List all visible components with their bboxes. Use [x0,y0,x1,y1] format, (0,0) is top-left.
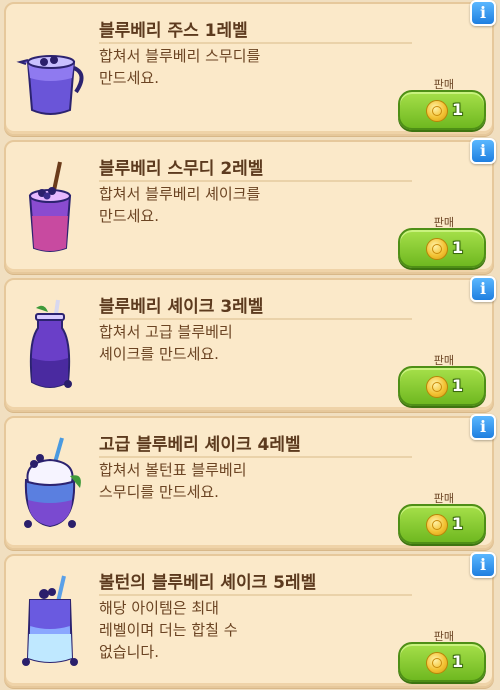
item-title: 블루베리 주스 1레벨 [99,21,248,41]
item-card-premium-blueberry-shake: 고급 블루베리 셰이크 4레벨 합쳐서 볼턴표 블루베리 스무디를 만드세요. … [4,414,496,550]
sell-price: 1 [452,514,464,533]
description-line: 합쳐서 고급 블루베리 [99,323,233,341]
item-title: 볼턴의 블루베리 셰이크 5레벨 [99,573,317,593]
description-line: 해당 아이템은 최대 [99,599,219,617]
item-description: 합쳐서 블루베리 스무디를 만드세요. [99,45,319,89]
description-line: 합쳐서 블루베리 셰이크를 [99,185,261,203]
description-line: 레벨이며 더는 합칠 수 [99,621,238,639]
item-info-list: 블루베리 주스 1레벨 합쳐서 블루베리 스무디를 만드세요. 판매 1 i 블… [0,0,500,690]
sell-button[interactable]: 1 [398,504,486,544]
description-line: 합쳐서 블루베리 스무디를 [99,47,261,65]
info-button[interactable]: i [470,414,496,440]
divider [99,594,412,596]
item-card-blueberry-juice: 블루베리 주스 1레벨 합쳐서 블루베리 스무디를 만드세요. 판매 1 i [4,0,496,136]
sell-price: 1 [452,376,464,395]
sell-button[interactable]: 1 [398,366,486,406]
sell-price: 1 [452,652,464,671]
item-title: 블루베리 스무디 2레벨 [99,159,264,179]
item-card-blueberry-smoothie: 블루베리 스무디 2레벨 합쳐서 블루베리 셰이크를 만드세요. 판매 1 i [4,138,496,274]
sell-price: 1 [452,100,464,119]
description-line: 스무디를 만드세요. [99,483,219,501]
sell-button[interactable]: 1 [398,90,486,130]
blueberry-smoothie-cup-icon [28,161,72,252]
coin-icon [426,100,448,122]
coin-icon [426,238,448,260]
description-line: 만드세요. [99,69,159,87]
premium-blueberry-shake-jar-icon [24,437,81,528]
item-description: 합쳐서 고급 블루베리 셰이크를 만드세요. [99,321,319,365]
item-title: 블루베리 셰이크 3레벨 [99,297,264,317]
info-button[interactable]: i [470,276,496,302]
item-description: 합쳐서 볼턴표 블루베리 스무디를 만드세요. [99,459,319,503]
item-card-bolton-blueberry-shake: 볼턴의 블루베리 셰이크 5레벨 해당 아이템은 최대 레벨이며 더는 합칠 수… [4,552,496,688]
sell-button[interactable]: 1 [398,228,486,268]
divider [99,456,412,458]
info-button[interactable]: i [470,0,496,26]
blueberry-juice-pitcher-icon [16,55,84,115]
description-line: 만드세요. [99,207,159,225]
divider [99,180,412,182]
item-card-blueberry-shake: 블루베리 셰이크 3레벨 합쳐서 고급 블루베리 셰이크를 만드세요. 판매 1… [4,276,496,412]
item-title: 고급 블루베리 셰이크 4레벨 [99,435,301,455]
description-line: 셰이크를 만드세요. [99,345,219,363]
item-description: 해당 아이템은 최대 레벨이며 더는 합칠 수 없습니다. [99,597,319,663]
divider [99,318,412,320]
description-line: 없습니다. [99,643,159,661]
description-line: 합쳐서 볼턴표 블루베리 [99,461,247,479]
item-description: 합쳐서 블루베리 셰이크를 만드세요. [99,183,319,227]
coin-icon [426,652,448,674]
info-button[interactable]: i [470,138,496,164]
coin-icon [426,376,448,398]
sell-price: 1 [452,238,464,257]
divider [99,42,412,44]
info-button[interactable]: i [470,552,496,578]
sell-button[interactable]: 1 [398,642,486,682]
bolton-blueberry-shake-box-icon [22,575,78,666]
blueberry-shake-bottle-icon [29,299,72,388]
coin-icon [426,514,448,536]
